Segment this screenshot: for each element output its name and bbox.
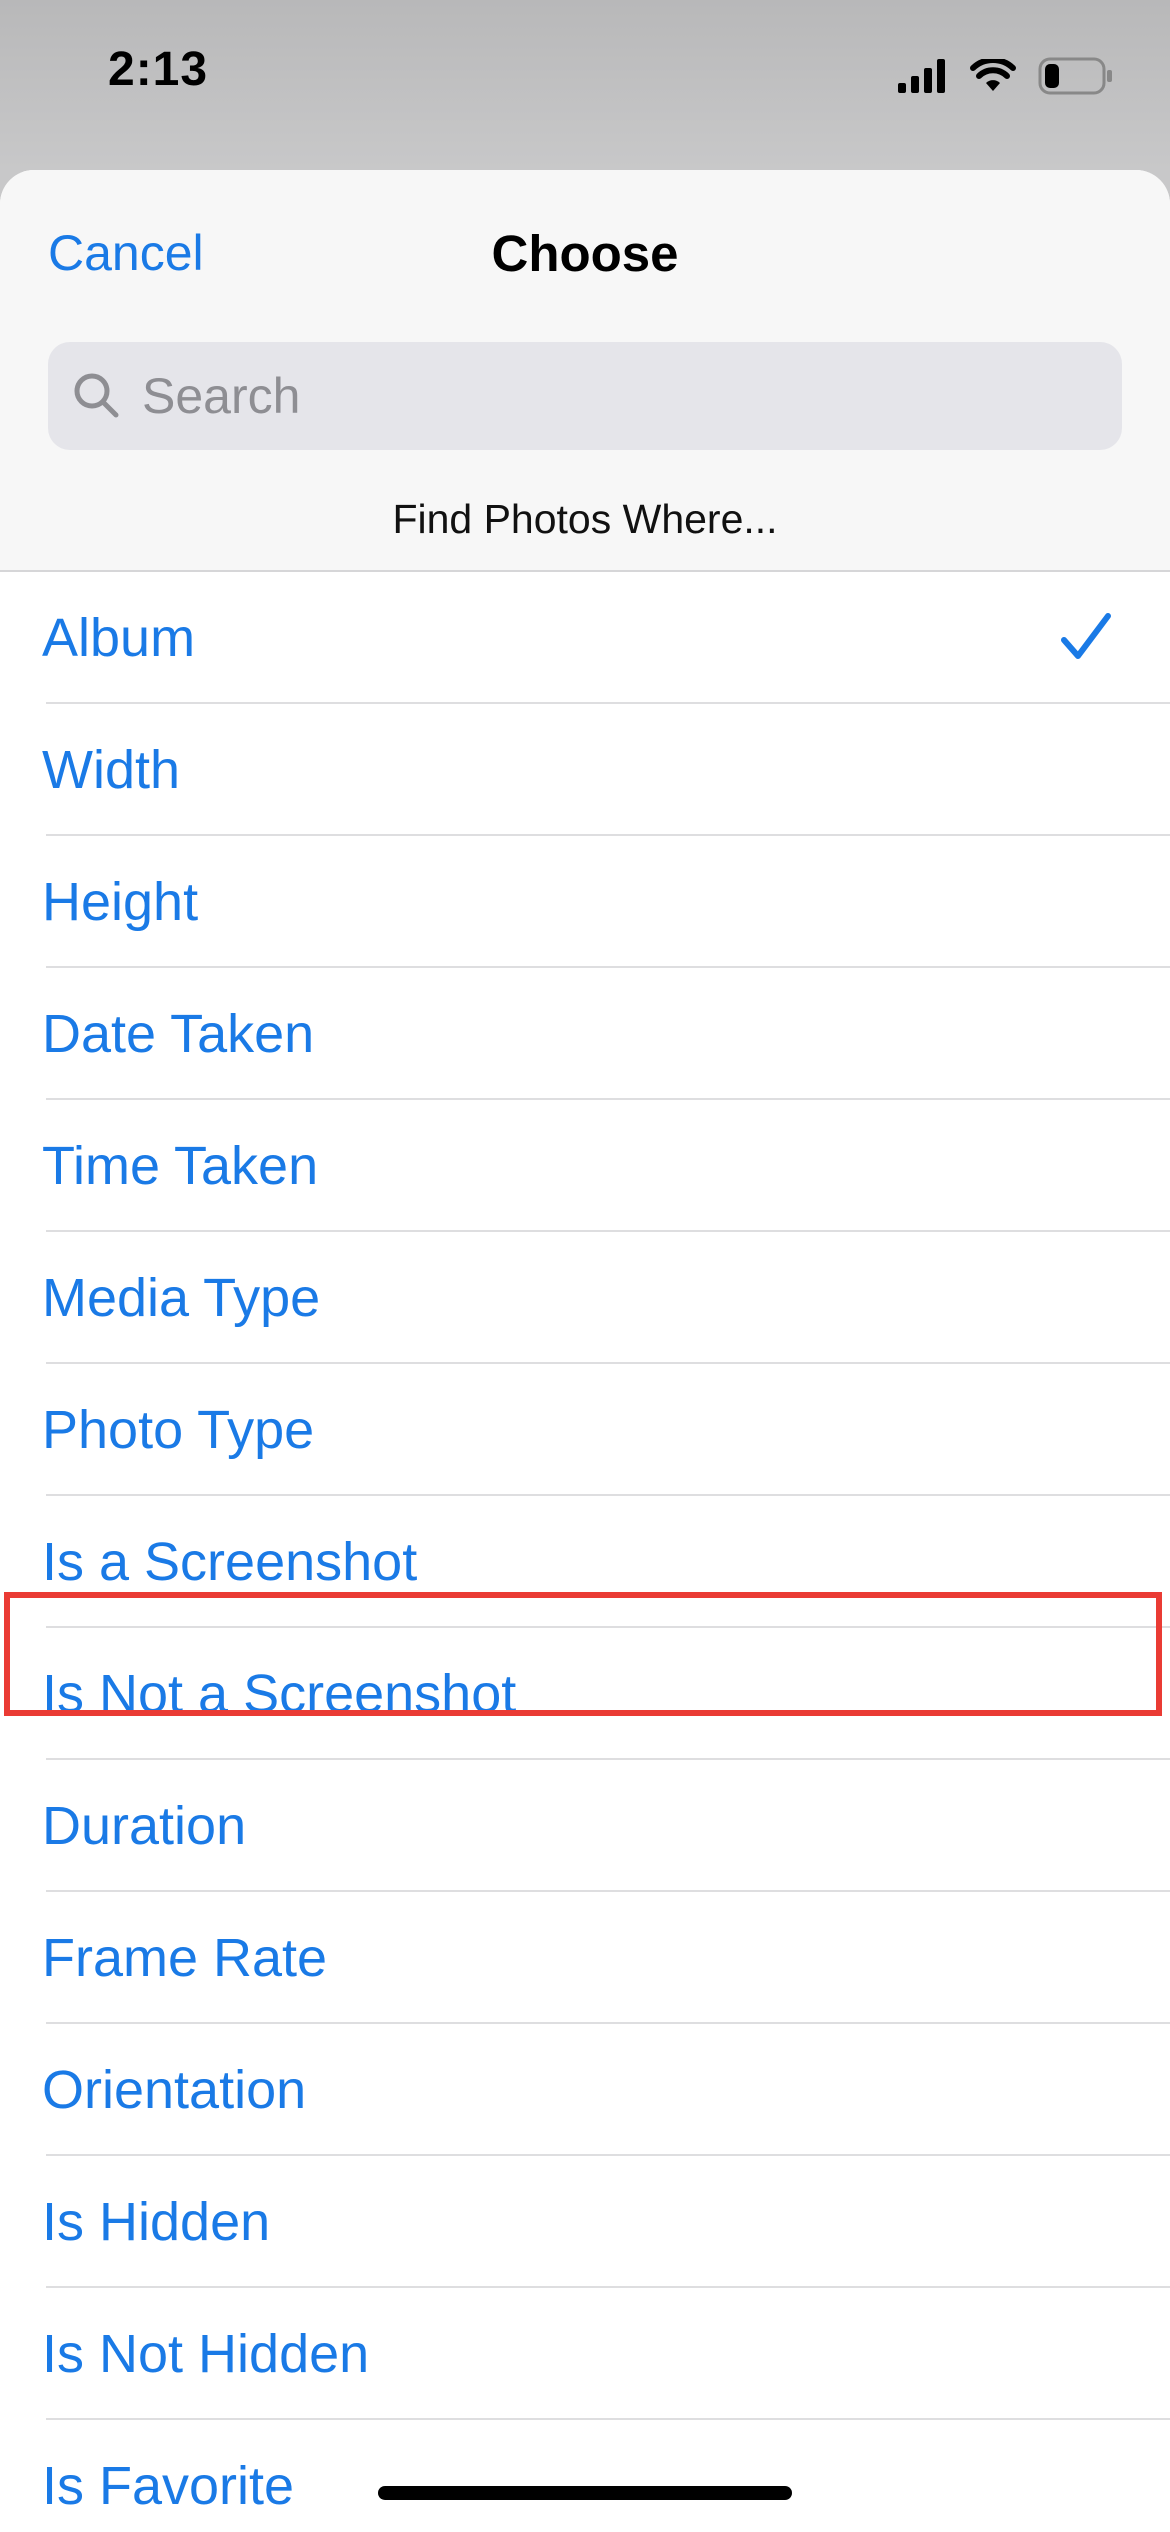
sheet-title: Choose [491, 225, 679, 282]
cellular-signal-icon [898, 59, 945, 93]
section-header: Find Photos Where... [392, 496, 778, 542]
search-input[interactable] [140, 366, 1064, 426]
option-label: Photo Type [42, 1400, 315, 1460]
option-label: Time Taken [42, 1136, 319, 1196]
option-label: Is Favorite [42, 2456, 295, 2516]
option-height[interactable]: Height [0, 836, 1170, 968]
option-time-taken[interactable]: Time Taken [0, 1100, 1170, 1232]
option-is-a-screenshot[interactable]: Is a Screenshot [0, 1496, 1170, 1628]
choose-sheet: Cancel Choose Find Photos Where... Album… [0, 170, 1170, 2532]
status-time: 2:13 [108, 43, 209, 96]
option-label: Date Taken [42, 1004, 315, 1064]
status-icons [898, 56, 1114, 96]
battery-icon [1038, 57, 1112, 95]
status-bar: 2:13 [0, 0, 1170, 150]
option-label: Is Not a Screenshot [42, 1664, 517, 1724]
wifi-icon [970, 59, 1016, 91]
option-is-hidden[interactable]: Is Hidden [0, 2156, 1170, 2288]
option-label: Duration [42, 1796, 247, 1856]
option-media-type[interactable]: Media Type [0, 1232, 1170, 1364]
option-is-not-a-screenshot[interactable]: Is Not a Screenshot [0, 1628, 1170, 1760]
option-label: Media Type [42, 1268, 321, 1328]
option-is-favorite[interactable]: Is Favorite [0, 2420, 1170, 2532]
option-photo-type[interactable]: Photo Type [0, 1364, 1170, 1496]
option-label: Is a Screenshot [42, 1532, 418, 1592]
option-label: Width [42, 740, 181, 800]
search-bar[interactable] [48, 342, 1122, 450]
sheet-header: Cancel Choose Find Photos Where... [0, 170, 1170, 572]
options-list: Album Width Height Date Taken Time Taken… [0, 572, 1170, 2532]
option-duration[interactable]: Duration [0, 1760, 1170, 1892]
battery-level-fill [1045, 64, 1059, 88]
option-label: Height [42, 872, 199, 932]
option-album[interactable]: Album [0, 572, 1170, 704]
option-date-taken[interactable]: Date Taken [0, 968, 1170, 1100]
search-icon [74, 373, 119, 418]
home-indicator [378, 2486, 792, 2500]
option-label: Orientation [42, 2060, 307, 2120]
option-label: Is Not Hidden [42, 2324, 370, 2384]
option-frame-rate[interactable]: Frame Rate [0, 1892, 1170, 2024]
option-width[interactable]: Width [0, 704, 1170, 836]
option-is-not-hidden[interactable]: Is Not Hidden [0, 2288, 1170, 2420]
option-label: Is Hidden [42, 2192, 271, 2252]
option-orientation[interactable]: Orientation [0, 2024, 1170, 2156]
checkmark-icon [1061, 613, 1111, 659]
option-label: Album [42, 608, 196, 668]
option-label: Frame Rate [42, 1928, 328, 1988]
